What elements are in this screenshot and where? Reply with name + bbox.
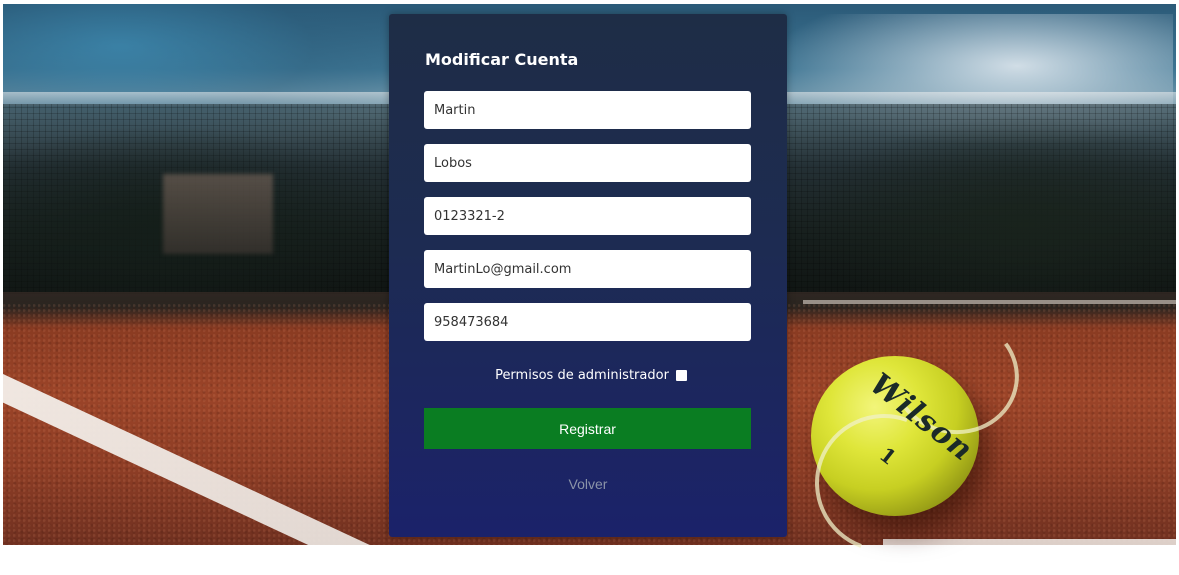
admin-permission-row: Permisos de administrador <box>389 365 787 385</box>
phone-input[interactable] <box>424 303 751 341</box>
court-line-far <box>803 300 1176 304</box>
court-line-bottom <box>883 539 1176 545</box>
back-link[interactable]: Volver <box>389 476 787 492</box>
admin-permission-label: Permisos de administrador <box>495 367 669 383</box>
tennis-ball-image: Wilson 1 <box>792 305 1029 575</box>
form-title: Modificar Cuenta <box>425 50 579 69</box>
last-name-input[interactable] <box>424 144 751 182</box>
register-button[interactable]: Registrar <box>424 408 751 449</box>
trees-right <box>803 114 1176 294</box>
first-name-input[interactable] <box>424 91 751 129</box>
background-building <box>163 174 273 254</box>
admin-permission-checkbox[interactable] <box>675 369 687 381</box>
id-number-input[interactable] <box>424 197 751 235</box>
email-input[interactable] <box>424 250 751 288</box>
edit-account-form: Modificar Cuenta Permisos de administrad… <box>389 14 787 537</box>
